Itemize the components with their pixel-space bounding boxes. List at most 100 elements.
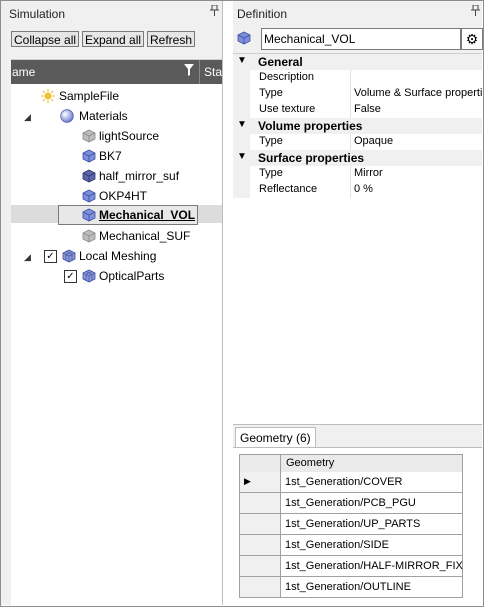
tree-node-label: OKP4HT [99,189,148,203]
geometry-row[interactable]: 1st_Generation/OUTLINE [239,577,463,598]
property-value[interactable]: Volume & Surface properties [354,87,482,99]
geometry-row[interactable]: 1st_Generation/PCB_PGU [239,493,463,514]
property-row-reflectance[interactable]: Reflectance 0 % [233,182,482,198]
tree-node-mechanical-vol[interactable]: Mechanical_VOL [82,206,202,224]
geometry-cell[interactable]: 1st_Generation/SIDE [285,539,389,551]
property-name: Type [259,87,283,99]
geometry-row[interactable]: 1st_Generation/HALF-MIRROR_FIX [239,556,463,577]
chevron-down-icon[interactable]: ▼ [237,55,247,66]
current-row-arrow-icon: ▶ [244,476,251,486]
chevron-down-icon[interactable]: ▼ [237,151,247,162]
property-name: Use texture [259,103,316,115]
property-value[interactable]: False [354,103,482,115]
geometry-cell[interactable]: 1st_Generation/PCB_PGU [285,497,416,509]
sun-icon [41,89,55,103]
tree-node-mechanical-suf[interactable]: Mechanical_SUF [82,227,212,245]
property-name: Reflectance [259,183,318,195]
geometry-cell[interactable]: 1st_Generation/UP_PARTS [285,518,420,530]
column-separator [350,102,351,118]
tree-node-local-meshing[interactable]: Local Meshing [62,247,212,265]
property-value[interactable]: Opaque [354,135,482,147]
property-grid: ▼ General Description Type Volume & Surf… [233,53,482,425]
collapse-arrow-icon[interactable]: ◢ [24,112,31,123]
geometry-grid-header: Geometry [239,454,463,473]
geometry-cell[interactable]: 1st_Generation/OUTLINE [285,581,411,593]
column-separator [280,455,281,472]
definition-panel: Definition ⚙ ▼ General Description Type … [233,1,483,606]
local-meshing-checkbox[interactable]: ✓ [44,250,57,263]
property-name: Type [259,135,283,147]
category-surface-properties[interactable]: ▼ Surface properties [233,150,482,166]
tree-header-name-col[interactable]: ame [12,65,35,79]
expand-all-button[interactable]: Expand all [82,31,145,47]
row-header[interactable]: ▶ [240,472,281,492]
material-name-input[interactable] [261,28,461,50]
row-gutter [233,86,250,102]
column-separator [350,182,351,198]
row-gutter [233,182,250,198]
property-row-use-texture[interactable]: Use texture False [233,102,482,118]
tree-header-status-col[interactable]: Sta [204,65,222,79]
chevron-down-icon[interactable]: ▼ [237,119,247,130]
tree-node-bk7[interactable]: BK7 [82,147,212,165]
cube-blue-icon [82,149,96,163]
category-general[interactable]: ▼ General [233,54,482,70]
property-row-surface-type[interactable]: Type Mirror [233,166,482,182]
filter-icon[interactable] [184,64,194,79]
tree-node-label: Materials [79,109,128,123]
geometry-column-header[interactable]: Geometry [286,457,334,469]
tree-node-materials[interactable]: Materials [60,107,210,125]
property-value[interactable]: Mirror [354,167,482,179]
simulation-tree: ame Sta SampleFile ◢ Materials lightSour… [11,59,222,606]
tree-node-okp4ht[interactable]: OKP4HT [82,187,212,205]
property-name: Type [259,167,283,179]
property-row-type[interactable]: Type Volume & Surface properties [233,86,482,102]
definition-panel-title: Definition [237,7,288,21]
category-label: General [258,55,303,69]
column-separator [350,70,351,86]
pin-icon[interactable] [210,4,219,19]
row-header[interactable] [240,514,281,534]
row-header[interactable] [240,577,281,597]
tree-node-samplefile[interactable]: SampleFile [41,87,211,105]
geometry-row[interactable]: 1st_Generation/SIDE [239,535,463,556]
property-row-description[interactable]: Description [233,70,482,86]
optical-parts-checkbox[interactable]: ✓ [64,270,77,283]
category-label: Surface properties [258,151,365,165]
tree-header-separator[interactable] [199,60,200,84]
tree-node-label: Mechanical_SUF [99,229,191,243]
tree-node-optical-parts[interactable]: OpticalParts [82,267,212,285]
column-separator [350,86,351,102]
collapse-arrow-icon[interactable]: ◢ [24,252,31,263]
mesh-icon [62,249,76,263]
refresh-button[interactable]: Refresh [147,31,196,47]
row-header[interactable] [240,493,281,513]
category-label: Volume properties [258,119,363,133]
row-gutter [233,70,250,86]
geometry-row[interactable]: 1st_Generation/UP_PARTS [239,514,463,535]
column-separator [350,134,351,150]
collapse-all-button[interactable]: Collapse all [11,31,80,47]
geometry-cell[interactable]: 1st_Generation/COVER [285,476,402,488]
tree-node-half-mirror-suf[interactable]: half_mirror_suf [82,167,212,185]
property-value[interactable]: 0 % [354,183,482,195]
cube-gray-icon [82,229,96,243]
gear-icon[interactable]: ⚙ [461,28,483,50]
cube-blue-icon [237,31,251,45]
row-header[interactable] [240,535,281,555]
tree-node-label: SampleFile [59,89,120,103]
row-gutter [233,166,250,182]
property-row-volume-type[interactable]: Type Opaque [233,134,482,150]
mesh-icon [82,269,96,283]
category-volume-properties[interactable]: ▼ Volume properties [233,118,482,134]
property-name: Description [259,71,315,83]
pin-icon[interactable] [471,4,480,19]
cube-blue-icon [82,208,96,222]
tree-node-label: BK7 [99,149,122,163]
tree-node-lightsource[interactable]: lightSource [82,127,212,145]
tab-geometry[interactable]: Geometry (6) [235,427,316,448]
row-header[interactable] [240,556,281,576]
geometry-row[interactable]: ▶ 1st_Generation/COVER [239,472,463,493]
tree-node-label: lightSource [99,129,160,143]
geometry-cell[interactable]: 1st_Generation/HALF-MIRROR_FIX [285,560,463,572]
